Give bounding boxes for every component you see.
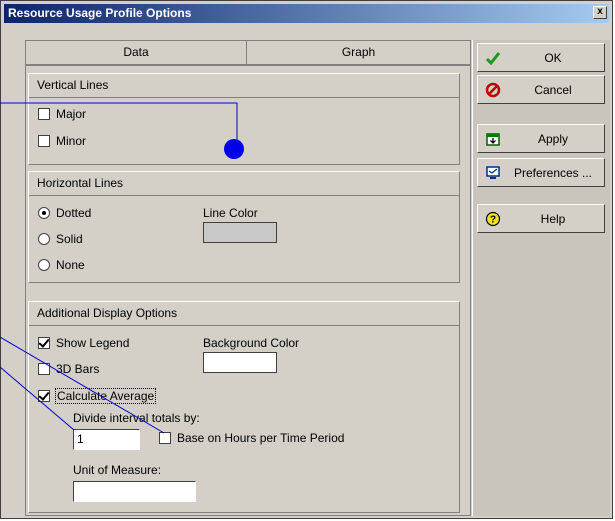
- background-color-swatch[interactable]: [203, 352, 277, 373]
- tab-graph-label: Graph: [341, 45, 376, 59]
- tab-data[interactable]: Data: [25, 40, 247, 65]
- cancel-button[interactable]: Cancel: [477, 75, 605, 104]
- line-color-swatch[interactable]: [203, 222, 277, 243]
- options-dialog: Resource Usage Profile Options x Data Gr…: [0, 0, 613, 519]
- svg-text:?: ?: [490, 215, 496, 226]
- line-color-label: Line Color: [203, 206, 258, 220]
- preferences-icon: [486, 166, 500, 179]
- none-label: None: [56, 258, 85, 272]
- ok-button[interactable]: OK: [477, 43, 605, 72]
- apply-label: Apply: [537, 132, 569, 146]
- dotted-radio[interactable]: [38, 207, 50, 219]
- vertical-lines-heading: Vertical Lines: [29, 74, 459, 98]
- calculate-average-label: Calculate Average: [55, 388, 157, 404]
- apply-icon: [486, 133, 500, 146]
- 3d-bars-checkbox[interactable]: [38, 363, 50, 375]
- cancel-label: Cancel: [534, 83, 572, 97]
- help-label: Help: [540, 212, 566, 226]
- checkmark-icon: [485, 52, 501, 66]
- apply-button[interactable]: Apply: [477, 124, 605, 153]
- show-legend-label: Show Legend: [56, 336, 130, 350]
- base-on-hours-checkbox[interactable]: [159, 432, 171, 444]
- horizontal-lines-heading: Horizontal Lines: [29, 172, 459, 196]
- window-title: Resource Usage Profile Options: [8, 6, 192, 20]
- solid-radio[interactable]: [38, 233, 50, 245]
- help-icon: ?: [485, 211, 501, 227]
- 3d-bars-label: 3D Bars: [56, 362, 100, 376]
- additional-display-options-heading: Additional Display Options: [29, 302, 459, 326]
- preferences-button[interactable]: Preferences ...: [477, 158, 605, 187]
- major-checkbox[interactable]: [38, 108, 50, 120]
- divide-interval-input[interactable]: 1: [73, 429, 140, 450]
- background-color-label: Background Color: [203, 336, 300, 350]
- divide-interval-value: 1: [77, 432, 84, 446]
- base-on-hours-label: Base on Hours per Time Period: [177, 431, 345, 445]
- minor-checkbox[interactable]: [38, 135, 50, 147]
- major-label: Major: [56, 107, 87, 121]
- unit-of-measure-input[interactable]: [73, 481, 196, 502]
- ok-label: OK: [544, 51, 562, 65]
- close-button[interactable]: x: [593, 6, 607, 19]
- vertical-lines-group: Vertical Lines: [28, 73, 460, 165]
- tab-graph[interactable]: Graph: [246, 40, 471, 65]
- cancel-icon: [485, 82, 501, 98]
- show-legend-checkbox[interactable]: [38, 337, 50, 349]
- button-sidebar: [472, 40, 610, 516]
- tab-data-label: Data: [123, 45, 149, 59]
- title-bar[interactable]: Resource Usage Profile Options x: [4, 4, 609, 23]
- none-radio[interactable]: [38, 259, 50, 271]
- solid-label: Solid: [56, 232, 83, 246]
- unit-of-measure-label: Unit of Measure:: [73, 463, 162, 477]
- minor-label: Minor: [56, 134, 87, 148]
- close-icon: x: [597, 6, 603, 17]
- divide-interval-label: Divide interval totals by:: [73, 411, 200, 425]
- dotted-label: Dotted: [56, 206, 92, 220]
- calculate-average-checkbox[interactable]: [38, 390, 50, 402]
- preferences-label: Preferences ...: [513, 166, 593, 180]
- help-button[interactable]: ? Help: [477, 204, 605, 233]
